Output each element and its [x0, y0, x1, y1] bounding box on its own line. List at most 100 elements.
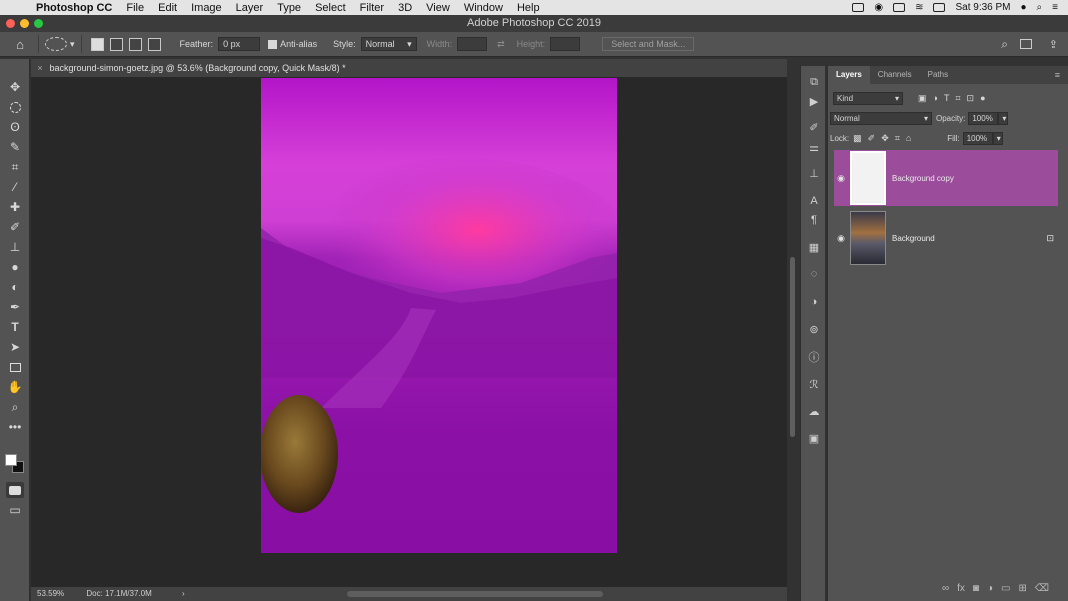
new-group-icon[interactable]: ▭ — [1001, 583, 1010, 597]
info-icon[interactable]: ⓘ — [806, 349, 822, 365]
hand-tool-icon[interactable]: ✋ — [6, 379, 24, 395]
intersect-selection-icon[interactable] — [147, 37, 161, 51]
clone-stamp-tool-icon[interactable]: ⊥ — [6, 239, 24, 255]
filter-toggle-icon[interactable]: ● — [980, 93, 985, 104]
panel-menu-icon[interactable]: ≡ — [1047, 66, 1068, 84]
height-input[interactable] — [550, 37, 581, 51]
menu-window[interactable]: Window — [464, 2, 503, 14]
adjust-icon[interactable]: ⚌ — [806, 139, 822, 155]
subtract-selection-icon[interactable] — [128, 37, 142, 51]
wifi-icon[interactable]: ≋ — [915, 2, 923, 13]
minimize-window-button[interactable] — [20, 19, 29, 28]
close-window-button[interactable] — [6, 19, 15, 28]
healing-brush-tool-icon[interactable]: ✚ — [6, 199, 24, 215]
type-tool-icon[interactable]: T — [6, 319, 24, 335]
zoom-level[interactable]: 53.59% — [37, 589, 64, 598]
anti-alias-checkbox[interactable] — [268, 39, 278, 49]
clone-source-icon[interactable]: ⊥ — [806, 165, 822, 181]
layer-row-background-copy[interactable]: ◉ Background copy — [834, 150, 1058, 206]
blur-tool-icon[interactable]: ● — [6, 259, 24, 275]
feather-input[interactable]: 0 px — [218, 37, 261, 51]
rectangle-tool-icon[interactable] — [6, 359, 24, 375]
style-select[interactable]: Normal ▾ — [360, 37, 417, 51]
edit-toolbar-icon[interactable]: ••• — [6, 419, 24, 435]
table-icon[interactable]: ▦ — [806, 239, 822, 255]
spotlight-icon[interactable]: ⌕ — [1037, 2, 1043, 13]
menu-file[interactable]: File — [126, 2, 144, 14]
workspace-icon[interactable] — [1020, 39, 1032, 49]
fill-dropdown-icon[interactable]: ▾ — [992, 131, 1003, 145]
link-layers-icon[interactable]: ∞ — [942, 583, 949, 597]
pen-tool-icon[interactable]: ✒ — [6, 299, 24, 315]
filter-smart-object-icon[interactable]: ⊡ — [967, 93, 975, 104]
history-icon[interactable]: ⧉ — [806, 74, 822, 90]
tab-paths[interactable]: Paths — [920, 66, 956, 84]
airplay-icon[interactable] — [933, 3, 946, 12]
zoom-window-button[interactable] — [34, 19, 43, 28]
select-and-mask-button[interactable]: Select and Mask... — [602, 37, 695, 51]
learn-icon[interactable]: ◌ — [806, 266, 822, 282]
notification-center-icon[interactable]: ≡ — [1052, 2, 1058, 13]
lock-position-icon[interactable]: ✥ — [881, 133, 889, 144]
elliptical-marquee-tool-icon[interactable] — [6, 99, 24, 115]
add-selection-icon[interactable] — [109, 37, 123, 51]
foreground-color-swatch[interactable] — [5, 454, 17, 466]
visibility-eye-icon[interactable]: ◉ — [834, 173, 848, 184]
screen-mode-icon[interactable]: ▭ — [6, 502, 24, 518]
user-icon[interactable]: ● — [1021, 2, 1027, 13]
lock-transparent-icon[interactable]: ▩ — [853, 133, 862, 144]
clock[interactable]: Sat 9:36 PM — [955, 2, 1010, 13]
zoom-tool-icon[interactable]: ⌕ — [6, 399, 24, 415]
lock-image-icon[interactable]: ✐ — [868, 133, 876, 144]
menu-help[interactable]: Help — [517, 2, 540, 14]
app-menu[interactable]: Photoshop CC — [36, 2, 112, 14]
layer-style-icon[interactable]: fx — [957, 583, 965, 597]
width-input[interactable] — [457, 37, 488, 51]
close-tab-icon[interactable]: × — [33, 59, 47, 77]
character-icon[interactable]: A — [806, 193, 822, 209]
document-tab[interactable]: × background-simon-goetz.jpg @ 53.6% (Ba… — [31, 59, 787, 77]
display-icon[interactable] — [893, 3, 906, 12]
vertical-scroll-thumb[interactable] — [790, 257, 795, 437]
opacity-dropdown-icon[interactable]: ▾ — [998, 111, 1009, 125]
crop-tool-icon[interactable]: ⌗ — [6, 159, 24, 175]
dodge-tool-icon[interactable]: ◐ — [6, 279, 24, 295]
3d-icon[interactable]: ☁ — [806, 403, 822, 419]
glyphs-icon[interactable]: ℛ — [806, 376, 822, 392]
brush-tool-icon[interactable]: ✐ — [6, 219, 24, 235]
new-layer-icon[interactable]: ⊞ — [1018, 583, 1026, 597]
creative-cloud-icon[interactable]: ◉ — [874, 2, 883, 13]
menu-3d[interactable]: 3D — [398, 2, 412, 14]
chevron-down-icon[interactable]: ▾ — [70, 39, 75, 50]
tab-channels[interactable]: Channels — [870, 66, 920, 84]
menu-view[interactable]: View — [426, 2, 450, 14]
filter-adjustment-icon[interactable]: ◑ — [933, 93, 938, 104]
marquee-tool-preset-icon[interactable] — [45, 37, 67, 51]
lock-all-icon[interactable]: ⌂ — [906, 133, 911, 144]
menu-edit[interactable]: Edit — [158, 2, 177, 14]
move-tool-icon[interactable]: ✥ — [6, 79, 24, 95]
layer-name[interactable]: Background copy — [892, 174, 954, 183]
libraries-icon[interactable]: ⊚ — [806, 321, 822, 337]
opacity-input[interactable]: 100% — [968, 111, 999, 125]
new-adjustment-icon[interactable]: ◑ — [987, 583, 993, 597]
home-icon[interactable]: ⌂ — [8, 35, 32, 53]
blend-mode-select[interactable]: Normal ▾ — [830, 111, 932, 125]
share-icon[interactable]: ⇪ — [1049, 38, 1058, 51]
path-selection-tool-icon[interactable]: ➤ — [6, 339, 24, 355]
document-canvas[interactable] — [261, 78, 617, 553]
quick-selection-tool-icon[interactable]: ✎ — [6, 139, 24, 155]
paragraph-icon[interactable]: ¶ — [806, 212, 822, 228]
actions-play-icon[interactable]: ▶ — [806, 93, 822, 109]
lasso-tool-icon[interactable]: ʘ — [6, 119, 24, 135]
adjustments-icon[interactable]: ◑ — [806, 294, 822, 310]
menu-image[interactable]: Image — [191, 2, 222, 14]
swap-icon[interactable]: ⇄ — [497, 39, 505, 50]
canvas-area[interactable] — [31, 77, 787, 587]
layer-row-background[interactable]: ◉ Background ⊡ — [834, 210, 1058, 266]
fill-input[interactable]: 100% — [962, 131, 993, 145]
screen-record-icon[interactable] — [852, 3, 865, 12]
horizontal-scrollbar[interactable] — [347, 591, 603, 597]
filter-shape-icon[interactable]: ⌗ — [955, 93, 960, 104]
filter-pixel-icon[interactable]: ▣ — [918, 93, 927, 104]
